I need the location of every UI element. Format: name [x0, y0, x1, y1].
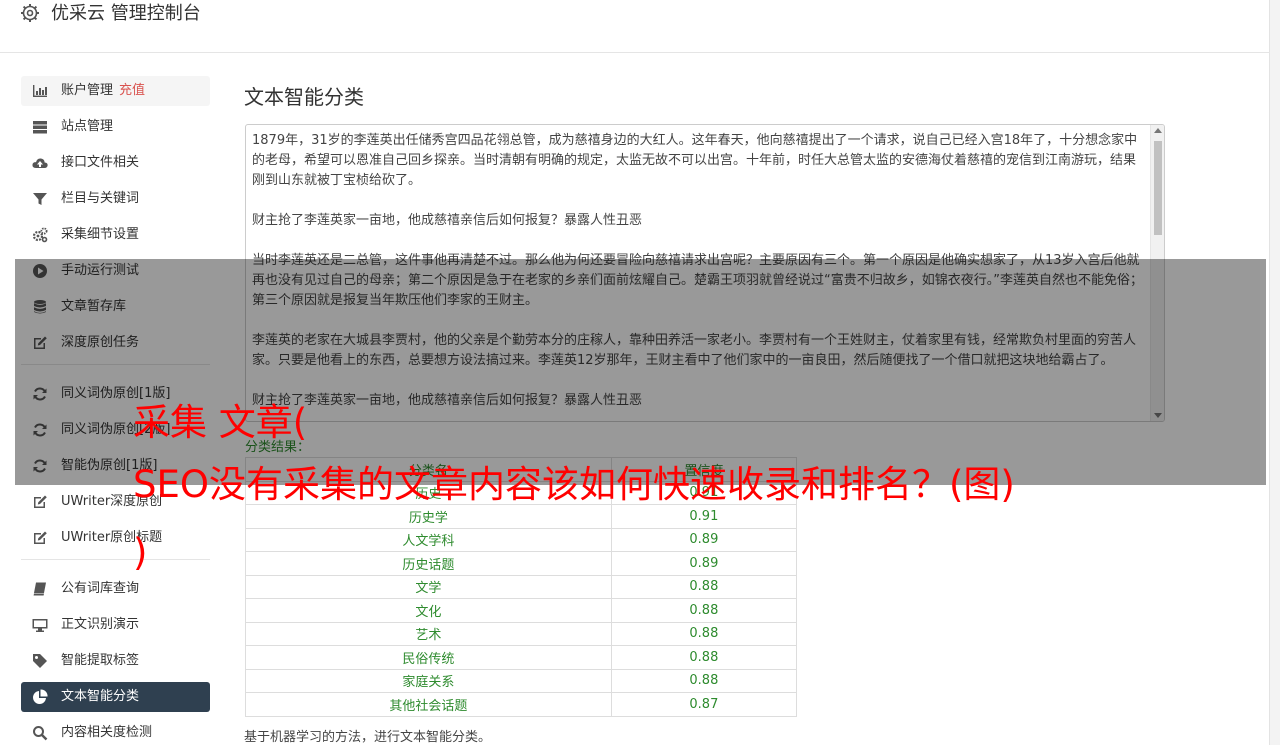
confidence-cell: 0.88 — [610, 668, 798, 693]
sidebar-item-text-recognition[interactable]: 正文识别演示 — [21, 610, 210, 640]
desktop-icon — [32, 619, 48, 632]
sidebar-item-label: 账户管理 — [61, 83, 114, 98]
confidence-cell: 0.89 — [610, 551, 798, 576]
sidebar-item-label: 正文识别演示 — [61, 617, 140, 632]
confidence-cell: 0.88 — [610, 645, 798, 670]
sidebar-item-label: 内容相关度检测 — [61, 725, 153, 740]
banner-line-1: 采集 文章( — [133, 401, 308, 444]
category-cell: 其他社会话题 — [245, 692, 612, 717]
sidebar-item-public-lexicon[interactable]: 公有词库查询 — [21, 574, 210, 604]
sidebar-item-interface-files[interactable]: 接口文件相关 — [21, 148, 210, 178]
sidebar-item-text-classification[interactable]: 文本智能分类 — [21, 682, 210, 712]
sidebar-item-label: 接口文件相关 — [61, 155, 140, 170]
cloud-upload-icon — [32, 158, 48, 168]
category-cell: 文化 — [245, 598, 612, 623]
category-cell: 艺术 — [245, 621, 612, 646]
confidence-cell: 0.88 — [610, 574, 798, 599]
category-cell: 民俗传统 — [245, 645, 612, 670]
app-title: 优采云 管理控制台 — [51, 3, 201, 24]
page-scrollbar-gutter[interactable] — [1270, 0, 1280, 745]
edit-icon — [34, 495, 47, 508]
category-cell: 家庭关系 — [245, 668, 612, 693]
method-note: 基于机器学习的方法，进行文本智能分类。 — [244, 730, 492, 745]
sidebar-item-smart-tags[interactable]: 智能提取标签 — [21, 646, 210, 676]
page-title: 文本智能分类 — [244, 85, 364, 109]
sidebar-item-sites[interactable]: 站点管理 — [21, 112, 210, 142]
search-icon — [33, 726, 48, 741]
bar-chart-icon — [33, 85, 47, 97]
scroll-up-arrow-icon[interactable] — [1154, 128, 1162, 133]
sidebar-item-label: 公有词库查询 — [61, 581, 140, 596]
table-row: 其他社会话题 0.87 — [245, 692, 798, 717]
filter-icon — [33, 193, 47, 205]
sidebar-item-account[interactable]: 账户管理 充值 — [21, 76, 210, 106]
category-cell: 文学 — [245, 574, 612, 599]
book-icon — [33, 582, 46, 596]
pie-chart-icon — [33, 689, 48, 704]
sidebar-item-label: 站点管理 — [61, 119, 114, 134]
sidebar-item-columns-keywords[interactable]: 栏目与关键词 — [21, 184, 210, 214]
tag-icon — [33, 654, 47, 668]
gear-icon[interactable] — [20, 3, 40, 23]
sidebar-item-label: 文本智能分类 — [61, 689, 140, 704]
banner-line-2: SEO没有采集的文章内容该如何快速收录和排名？(图) — [133, 463, 1015, 506]
confidence-cell: 0.89 — [610, 527, 798, 552]
sidebar-item-relevance-check[interactable]: 内容相关度检测 — [21, 718, 210, 745]
sidebar-item-label: 智能提取标签 — [61, 653, 140, 668]
sidebar-item-uwriter-title[interactable]: UWriter原创标题 — [21, 523, 210, 553]
server-icon — [33, 121, 47, 134]
main-content: 文本智能分类 1879年，31岁的李莲英出任储秀宫四品花翎总管，成为慈禧身边的大… — [244, 84, 1165, 745]
category-cell: 历史话题 — [245, 551, 612, 576]
table-row: 艺术 0.88 — [245, 621, 798, 646]
table-row: 人文学科 0.89 — [245, 527, 798, 552]
table-row: 文学 0.88 — [245, 574, 798, 599]
sidebar-divider — [21, 559, 210, 560]
table-row: 民俗传统 0.88 — [245, 645, 798, 670]
banner-overlay — [15, 259, 1266, 485]
confidence-cell: 0.88 — [610, 598, 798, 623]
confidence-cell: 0.87 — [610, 692, 798, 717]
table-row: 家庭关系 0.88 — [245, 668, 798, 693]
category-cell: 人文学科 — [245, 527, 612, 552]
banner-line-3: ) — [133, 531, 148, 574]
sidebar-item-label: 栏目与关键词 — [61, 191, 140, 206]
sidebar-item-label: 采集细节设置 — [61, 227, 140, 242]
header: 优采云 管理控制台 — [0, 0, 1270, 53]
confidence-cell: 0.88 — [610, 621, 798, 646]
recharge-link[interactable]: 充值 — [119, 83, 145, 98]
cogs-icon — [32, 227, 48, 243]
scrollbar-thumb[interactable] — [1154, 141, 1162, 235]
sidebar-item-collect-settings[interactable]: 采集细节设置 — [21, 220, 210, 250]
table-row: 文化 0.88 — [245, 598, 798, 623]
edit-icon — [34, 531, 47, 544]
table-row: 历史话题 0.89 — [245, 551, 798, 576]
